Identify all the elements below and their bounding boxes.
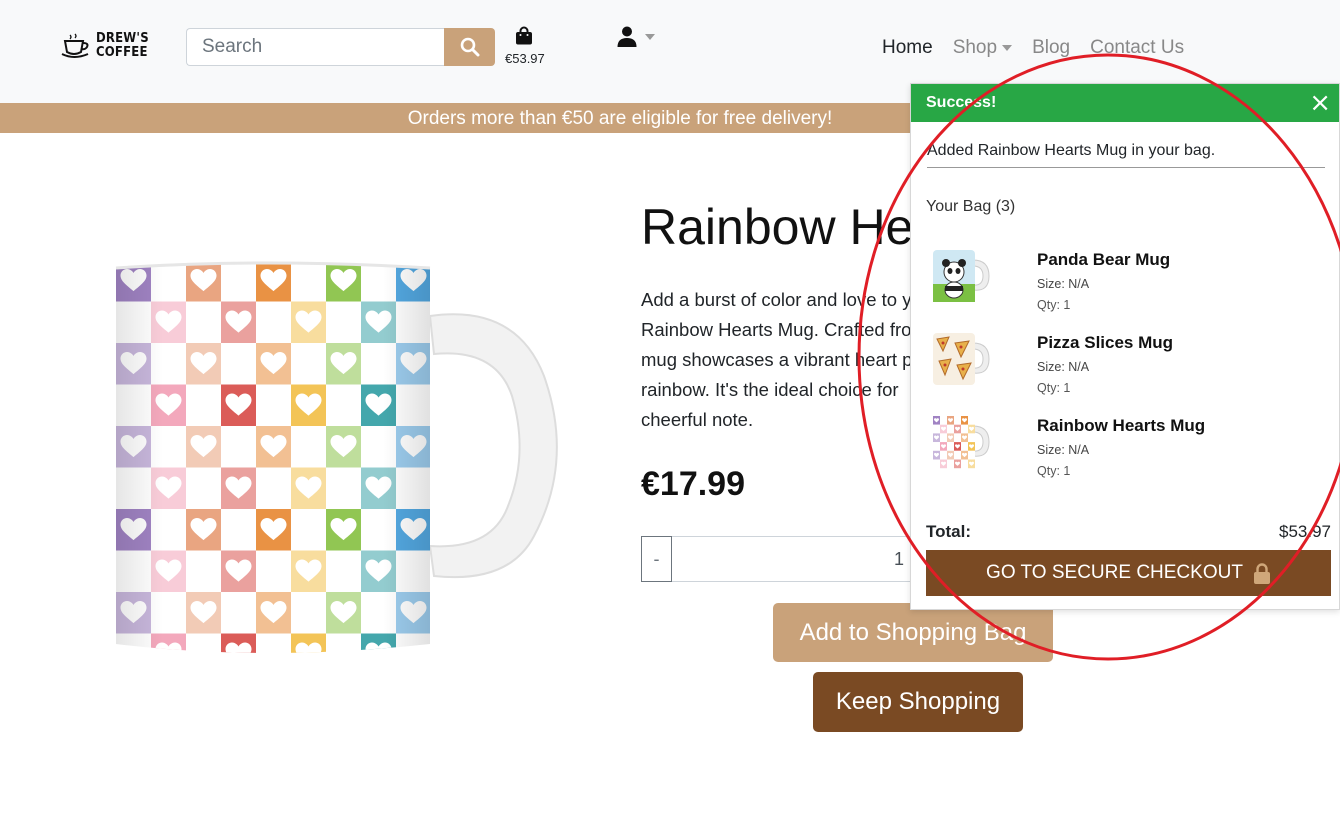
secure-checkout-button[interactable]: GO TO SECURE CHECKOUT: [926, 550, 1331, 596]
description-line: Add a burst of color and love to your: [641, 289, 913, 310]
search-button[interactable]: [444, 28, 495, 66]
item-info: Rainbow Hearts Mug Size: N/A Qty: 1: [1037, 416, 1205, 495]
product-description: Add a burst of color and love to your Ra…: [641, 285, 913, 435]
item-info: Panda Bear Mug Size: N/A Qty: 1: [1037, 250, 1170, 329]
rainbow-mug-thumbnail: [933, 416, 990, 469]
nav-home[interactable]: Home: [882, 37, 933, 59]
bag-heading: Your Bag (3): [926, 198, 1016, 215]
quantity-input[interactable]: [672, 536, 921, 582]
nav-blog[interactable]: Blog: [1032, 37, 1070, 59]
pizza-mug-thumbnail: [933, 333, 990, 385]
toast-message: Added Rainbow Hearts Mug in your bag.: [927, 142, 1325, 168]
checkout-label: GO TO SECURE CHECKOUT: [986, 562, 1243, 583]
item-name: Rainbow Hearts Mug: [1037, 416, 1206, 435]
search-icon: [460, 37, 479, 57]
item-name: Pizza Slices Mug: [1037, 333, 1174, 352]
item-size: Size: N/A: [1037, 443, 1090, 457]
user-icon: [617, 26, 637, 47]
brand-line-2: COFFEE: [96, 45, 148, 60]
total-label: Total:: [926, 522, 972, 541]
brand-name: DREW'S COFFEE: [96, 32, 149, 60]
decrement-quantity-button[interactable]: -: [641, 536, 672, 582]
search-input[interactable]: [186, 28, 444, 66]
nav-shop-label: Shop: [952, 37, 998, 58]
item-qty: Qty: 1: [1037, 298, 1071, 312]
list-item[interactable]: Panda Bear Mug Size: N/A Qty: 1: [911, 246, 1339, 329]
close-icon[interactable]: ×: [1309, 84, 1331, 122]
chevron-down-icon: [645, 33, 655, 40]
bag-total-row: Total: $53.97: [926, 522, 1331, 542]
success-toast: Success! × Added Rainbow Hearts Mug in y…: [910, 83, 1340, 610]
shopping-bag-link[interactable]: €53.97: [505, 26, 551, 66]
shopping-bag-icon: [516, 26, 532, 45]
item-qty: Qty: 1: [1037, 464, 1071, 478]
description-line: mug showcases a vibrant heart pattern: [641, 349, 913, 370]
add-to-bag-button[interactable]: Add to Shopping Bag: [773, 603, 1053, 662]
quantity-stepper: -: [641, 536, 921, 582]
item-size: Size: N/A: [1037, 277, 1090, 291]
lock-icon: [1253, 562, 1270, 584]
panda-mug-thumbnail: [933, 250, 990, 302]
brand-logo[interactable]: DREW'S COFFEE: [60, 32, 149, 60]
toast-title: Success!: [926, 94, 997, 111]
toast-header: Success! ×: [911, 84, 1339, 122]
product-image: [115, 261, 558, 653]
search-form: [186, 28, 495, 66]
keep-shopping-button[interactable]: Keep Shopping: [813, 672, 1023, 732]
brand-line-1: DREW'S: [96, 31, 149, 46]
description-line: rainbow. It's the ideal choice for: [641, 379, 899, 400]
item-info: Pizza Slices Mug Size: N/A Qty: 1: [1037, 333, 1173, 412]
item-name: Panda Bear Mug: [1037, 250, 1171, 269]
total-value: $53.97: [1279, 522, 1331, 541]
main-nav: Home Shop Blog Contact Us: [882, 37, 1204, 59]
account-menu[interactable]: [617, 26, 655, 47]
bag-items: Panda Bear Mug Size: N/A Qty: 1 Pizza Sl…: [911, 246, 1339, 495]
product-price: €17.99: [641, 465, 745, 503]
description-line: cheerful note.: [641, 409, 754, 430]
list-item[interactable]: Pizza Slices Mug Size: N/A Qty: 1: [911, 329, 1339, 412]
bag-total: €53.97: [505, 51, 545, 66]
coffee-cup-icon: [61, 33, 89, 58]
list-item[interactable]: Rainbow Hearts Mug Size: N/A Qty: 1: [911, 412, 1339, 495]
description-line: Rainbow Hearts Mug. Crafted from: [641, 319, 913, 340]
item-qty: Qty: 1: [1037, 381, 1071, 395]
chevron-down-icon: [1002, 45, 1013, 51]
item-size: Size: N/A: [1037, 360, 1090, 374]
nav-contact[interactable]: Contact Us: [1090, 37, 1184, 59]
nav-shop[interactable]: Shop: [952, 37, 1013, 59]
